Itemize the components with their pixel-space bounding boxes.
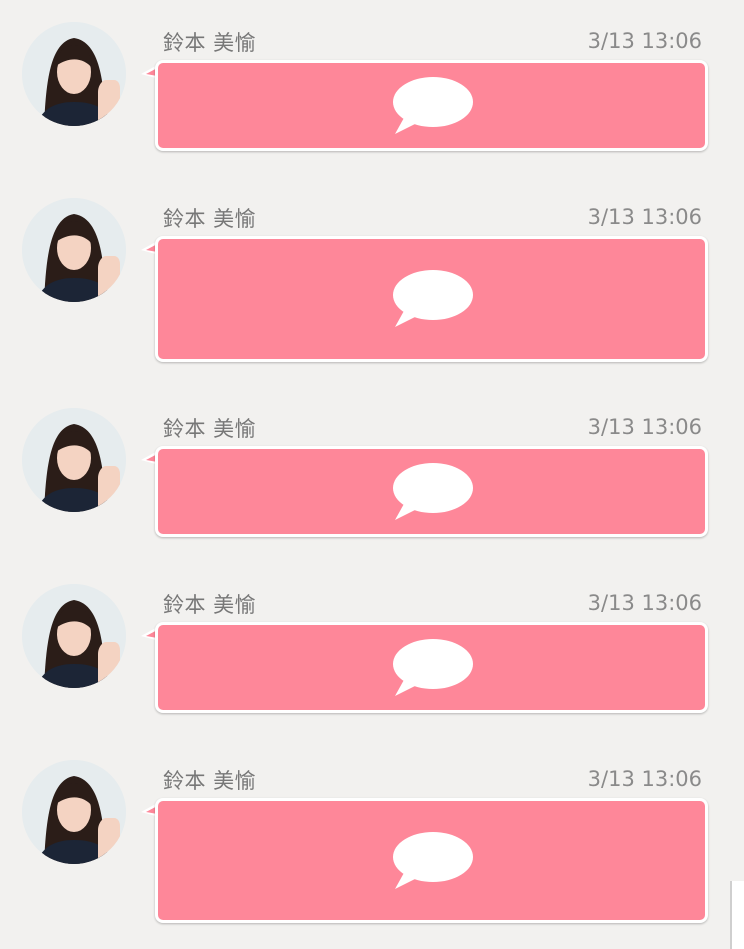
message-item: 鈴本 美愉 3/13 13:06 xyxy=(0,0,744,170)
speech-bubble-icon xyxy=(392,638,473,696)
message-bubble[interactable] xyxy=(155,622,708,713)
sender-name: 鈴本 美愉 xyxy=(163,769,257,793)
message-bubble[interactable] xyxy=(155,236,708,362)
avatar[interactable] xyxy=(22,22,126,126)
scrollbar-handle[interactable] xyxy=(730,881,744,949)
avatar[interactable] xyxy=(22,198,126,302)
message-bubble[interactable] xyxy=(155,798,708,923)
avatar[interactable] xyxy=(22,408,126,512)
message-item: 鈴本 美愉 3/13 13:06 xyxy=(0,562,744,732)
speech-bubble-icon xyxy=(392,270,473,327)
speech-bubble-icon xyxy=(392,76,473,134)
sender-name: 鈴本 美愉 xyxy=(163,31,257,55)
avatar[interactable] xyxy=(22,760,126,864)
avatar[interactable] xyxy=(22,584,126,688)
speech-bubble-icon xyxy=(392,831,473,889)
sender-name: 鈴本 美愉 xyxy=(163,207,257,231)
message-feed: 鈴本 美愉 3/13 13:06 鈴本 美愉 3/13 13:06 鈴本 美愉 … xyxy=(0,0,744,949)
message-item: 鈴本 美愉 3/13 13:06 xyxy=(0,386,744,556)
message-bubble[interactable] xyxy=(155,60,708,151)
message-time: 3/13 13:06 xyxy=(587,767,702,791)
message-item: 鈴本 美愉 3/13 13:06 xyxy=(0,176,744,376)
message-time: 3/13 13:06 xyxy=(587,29,702,53)
speech-bubble-icon xyxy=(392,462,473,520)
message-item: 鈴本 美愉 3/13 13:06 xyxy=(0,738,744,938)
message-time: 3/13 13:06 xyxy=(587,205,702,229)
message-bubble[interactable] xyxy=(155,446,708,537)
sender-name: 鈴本 美愉 xyxy=(163,593,257,617)
sender-name: 鈴本 美愉 xyxy=(163,417,257,441)
message-time: 3/13 13:06 xyxy=(587,591,702,615)
message-time: 3/13 13:06 xyxy=(587,415,702,439)
